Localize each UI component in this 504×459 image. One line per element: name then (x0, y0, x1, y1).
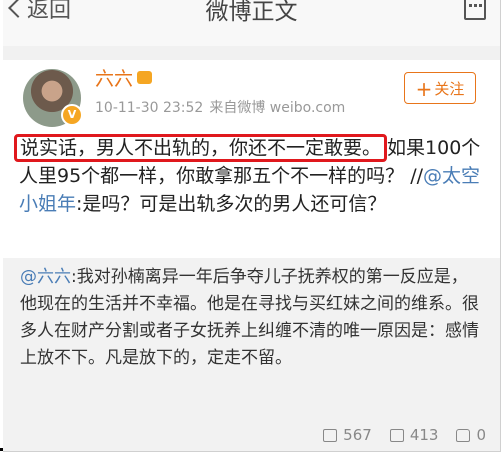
author-name[interactable]: 六六 (95, 64, 153, 91)
comment-icon (389, 428, 404, 442)
verified-icon: V (61, 104, 83, 126)
highlighted-sentence: 说实话，男人不出轨的，你还不一定敢要。 (14, 134, 388, 162)
post-text-part2: :是吗？可是出轨多次的男人还可信？ (76, 193, 387, 215)
repost-block: @六六:我对孙楠离异一年后争夺儿子抚养权的第一反应是，他现在的生活并不幸福。他是… (3, 258, 500, 451)
post-meta: 10-11-30 23:52 来自微博 weibo.com (95, 97, 351, 117)
weibo-detail-screen: 返回 微博正文 V 六六 10-11-30 23:52 来自微博 weibo.co… (3, 0, 501, 452)
post-text: 说实话，男人不出轨的，你还不一定敢要。 如果100个人里95个都一样，你敢拿那五个… (14, 134, 489, 218)
more-menu-icon[interactable] (464, 0, 486, 20)
repost-stats: 567 413 0 (323, 426, 486, 444)
plus-icon: + (415, 77, 433, 101)
follow-button[interactable]: + 关注 (404, 72, 476, 104)
stray-dot (0, 448, 3, 451)
member-crown-icon (137, 71, 153, 84)
repost-count-button[interactable]: 567 (323, 426, 372, 444)
post-time: 10-11-30 23:52 (95, 100, 204, 116)
page-title: 微博正文 (205, 0, 298, 25)
repost-text: @六六:我对孙楠离异一年后争夺儿子抚养权的第一反应是，他现在的生活并不幸福。他是… (20, 264, 480, 372)
like-count-button[interactable]: 0 (456, 426, 486, 444)
thumbs-up-icon (456, 428, 471, 442)
post-source: 来自微博 weibo.com (209, 100, 346, 116)
repost-icon (323, 428, 338, 442)
repost-body: :我对孙楠离异一年后争夺儿子抚养权的第一反应是，他现在的生活并不幸福。他是在寻找… (20, 267, 479, 368)
section-gap (3, 46, 500, 60)
comment-count-button[interactable]: 413 (389, 426, 438, 444)
repost-mention-link[interactable]: @六六 (20, 267, 71, 287)
nav-bar: 返回 微博正文 (3, 0, 500, 47)
